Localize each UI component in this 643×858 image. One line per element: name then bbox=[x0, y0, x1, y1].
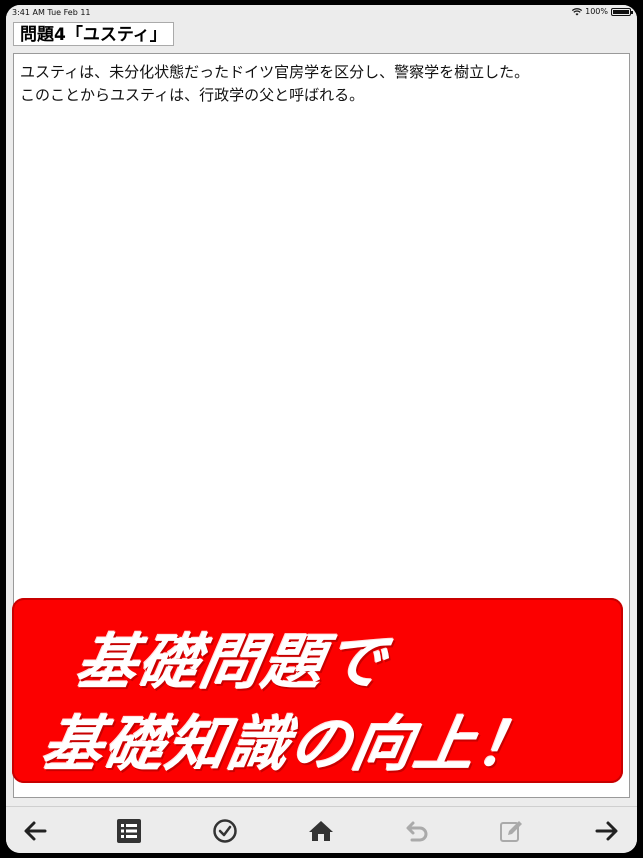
list-icon bbox=[117, 819, 141, 843]
question-body: ユスティは、未分化状態だったドイツ官房学を区分し、警察学を樹立した。 このことか… bbox=[20, 63, 530, 104]
status-bar: 3:41 AM Tue Feb 11 100% bbox=[6, 5, 637, 19]
device-screen: 3:41 AM Tue Feb 11 100% 問題4「ユスティ」 ユスティは、… bbox=[6, 5, 637, 853]
bottom-toolbar bbox=[6, 806, 637, 853]
list-button[interactable] bbox=[114, 816, 144, 846]
arrow-left-icon bbox=[24, 821, 47, 841]
wifi-icon bbox=[572, 7, 583, 15]
next-button[interactable] bbox=[592, 816, 622, 846]
edit-icon bbox=[500, 821, 522, 842]
home-button[interactable] bbox=[306, 816, 336, 846]
status-time: 3:41 AM Tue Feb 11 bbox=[12, 8, 91, 17]
question-title: 問題4「ユスティ」 bbox=[13, 22, 174, 46]
battery-percent: 100% bbox=[585, 7, 608, 16]
battery-icon bbox=[611, 7, 633, 16]
undo-button[interactable] bbox=[402, 816, 432, 846]
promo-line-2: 基礎知識の向上！ bbox=[36, 710, 546, 780]
home-icon bbox=[309, 821, 333, 841]
check-circle-icon bbox=[213, 819, 237, 843]
undo-icon bbox=[406, 821, 428, 842]
status-right: 100% bbox=[572, 7, 633, 16]
edit-button[interactable] bbox=[496, 816, 526, 846]
promo-banner: 基礎問題で 基礎知識の向上！ bbox=[12, 598, 623, 783]
promo-line-1: 基礎問題で bbox=[70, 628, 394, 698]
back-button[interactable] bbox=[20, 816, 50, 846]
check-button[interactable] bbox=[210, 816, 240, 846]
arrow-right-icon bbox=[595, 821, 618, 841]
